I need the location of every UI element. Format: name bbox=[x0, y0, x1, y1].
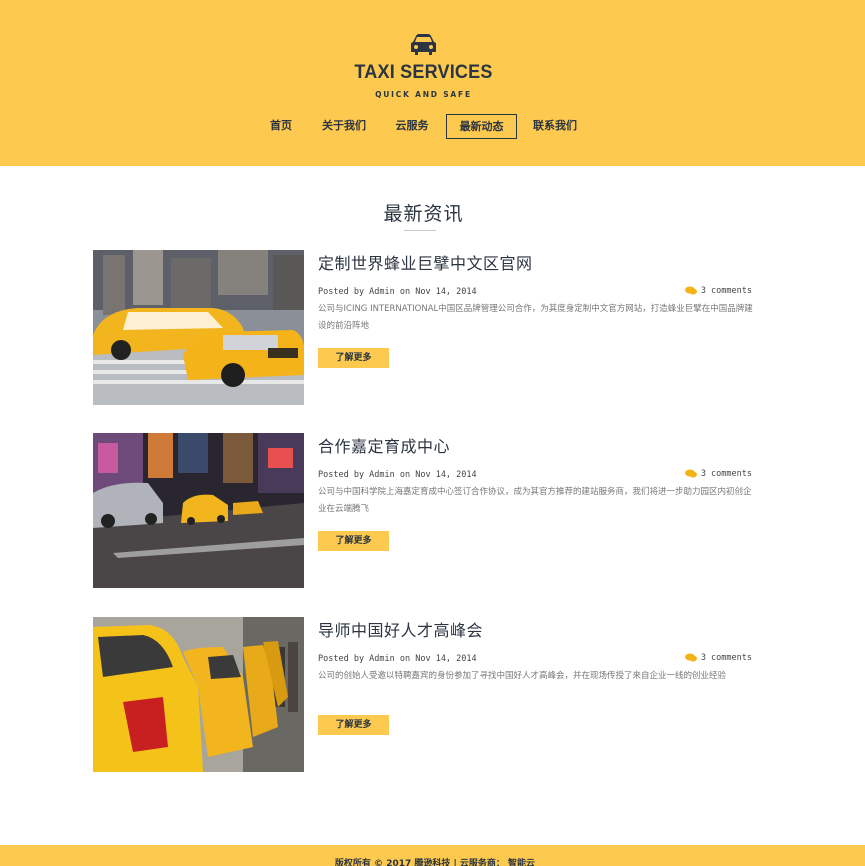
read-more-button[interactable]: 了解更多 bbox=[318, 348, 389, 368]
site-footer: 版权所有 © 2017 腾逊科技 | 云服务商： 智能云 bbox=[0, 845, 865, 866]
article-excerpt: 公司与中国科学院上海嘉定育成中心签订合作协议，成为其官方推荐的建站服务商，我们将… bbox=[318, 487, 752, 514]
comments-count: 3 comments bbox=[700, 286, 752, 296]
article-item: 定制世界蜂业巨擘中文区官网 Posted by Admin on Nov 14,… bbox=[93, 250, 758, 405]
article-comments[interactable]: 3 comments bbox=[684, 653, 752, 663]
article-title[interactable]: 定制世界蜂业巨擘中文区官网 bbox=[318, 250, 533, 274]
article-title[interactable]: 导师中国好人才高峰会 bbox=[318, 617, 483, 641]
title-divider bbox=[404, 230, 436, 231]
article-thumbnail[interactable] bbox=[93, 250, 304, 405]
site-brand[interactable]: TAXI SERVICES bbox=[21, 62, 826, 84]
article-item: 合作嘉定育成中心 Posted by Admin on Nov 14, 2014… bbox=[93, 433, 758, 588]
nav-item-about[interactable]: 关于我们 bbox=[316, 114, 372, 139]
section-title: 最新资讯 bbox=[383, 203, 464, 225]
article-excerpt: 公司与ICING INTERNATIONAL中国区品牌管理公司合作，为其度身定制… bbox=[318, 304, 753, 331]
article-thumbnail[interactable] bbox=[93, 617, 304, 772]
site-tagline: QUICK AND SAFE bbox=[375, 90, 472, 99]
nav-item-contact[interactable]: 联系我们 bbox=[527, 114, 583, 139]
copyright-text: 版权所有 © 2017 腾逊科技 | 云服务商： 智能云 bbox=[334, 859, 536, 866]
comment-icon bbox=[684, 469, 697, 478]
comment-icon bbox=[684, 653, 697, 662]
main-nav: 首页 关于我们 云服务 最新动态 联系我们 bbox=[0, 114, 865, 140]
article-item: 导师中国好人才高峰会 Posted by Admin on Nov 14, 20… bbox=[93, 617, 758, 772]
article-meta: Posted by Admin on Nov 14, 2014 bbox=[318, 287, 477, 297]
article-comments[interactable]: 3 comments bbox=[684, 469, 752, 479]
nav-item-news[interactable]: 最新动态 bbox=[446, 114, 517, 139]
site-header: TAXI SERVICES QUICK AND SAFE 首页 关于我们 云服务… bbox=[0, 0, 865, 166]
nav-item-home[interactable]: 首页 bbox=[262, 114, 300, 139]
comments-count: 3 comments bbox=[700, 469, 752, 479]
article-meta: Posted by Admin on Nov 14, 2014 bbox=[318, 470, 477, 480]
article-thumbnail[interactable] bbox=[93, 433, 304, 588]
comments-count: 3 comments bbox=[700, 653, 752, 663]
article-meta: Posted by Admin on Nov 14, 2014 bbox=[318, 654, 477, 664]
read-more-button[interactable]: 了解更多 bbox=[318, 531, 389, 551]
nav-item-cloud[interactable]: 云服务 bbox=[389, 114, 435, 139]
read-more-button[interactable]: 了解更多 bbox=[318, 715, 389, 735]
comment-icon bbox=[684, 286, 697, 295]
article-excerpt: 公司的创始人受邀以特聘嘉宾的身份参加了寻找中国好人才高峰会，并在现场传授了来自企… bbox=[318, 671, 727, 681]
article-comments[interactable]: 3 comments bbox=[684, 286, 752, 296]
car-icon bbox=[411, 34, 436, 55]
article-title[interactable]: 合作嘉定育成中心 bbox=[318, 433, 450, 457]
